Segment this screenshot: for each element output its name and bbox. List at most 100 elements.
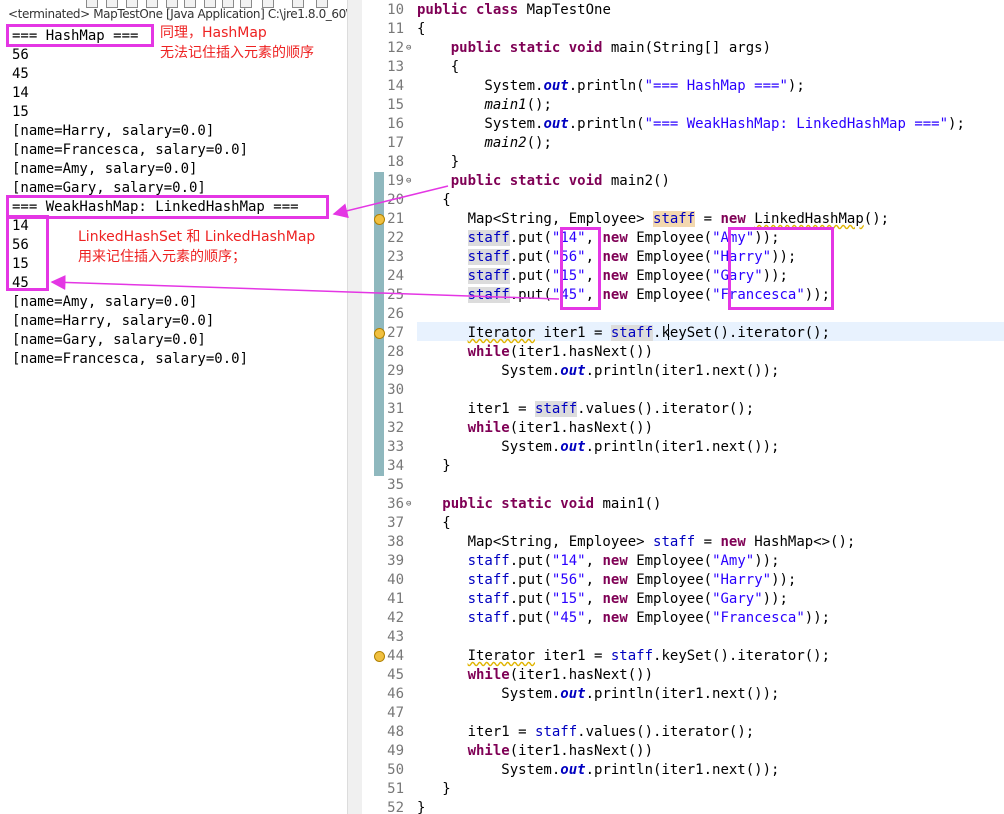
console-line: [name=Amy, salary=0.0] <box>12 161 198 177</box>
line-number: 36 <box>387 496 404 512</box>
line-number: 45 <box>387 667 404 683</box>
code-line: staff.put("45", new Employee("Francesca"… <box>467 610 831 626</box>
line-number: 33 <box>387 439 404 455</box>
console-view[interactable]: <terminated> MapTestOne [Java Applicatio… <box>0 0 362 814</box>
line-number: 32 <box>387 420 404 436</box>
line-number: 41 <box>387 591 404 607</box>
line-number: 17 <box>387 135 404 151</box>
code-line: { <box>417 192 451 208</box>
line-number: 51 <box>387 781 404 797</box>
console-line: [name=Francesca, salary=0.0] <box>12 142 249 158</box>
hashmap-note-line2: 无法记住插入元素的顺序 <box>160 45 314 61</box>
code-line: System.out.println("=== WeakHashMap: Lin… <box>417 116 965 132</box>
line-number: 23 <box>387 249 404 265</box>
line-number: 52 <box>387 800 404 814</box>
code-line: } <box>417 781 451 797</box>
java-editor[interactable]: 10 11 12 13 14 15 16 17 18 19 20 21 22 2… <box>362 0 1004 814</box>
code-line: Iterator iter1 = staff.keySet().iterator… <box>467 648 831 664</box>
linked-note-line2: 用来记住插入元素的顺序； <box>78 249 246 265</box>
code-line: public static void main1() <box>442 496 662 512</box>
code-line: main1(); <box>484 97 552 113</box>
console-line: [name=Harry, salary=0.0] <box>12 123 215 139</box>
line-number: 20 <box>387 192 404 208</box>
line-number: 25 <box>387 287 404 303</box>
code-line: while(iter1.hasNext()) <box>467 667 654 683</box>
code-line: } <box>417 154 460 170</box>
line-number: 19 <box>387 173 404 189</box>
line-number: 46 <box>387 686 404 702</box>
code-line: while(iter1.hasNext()) <box>467 344 654 360</box>
console-line: 56 <box>12 47 29 63</box>
console-line: 15 <box>12 104 29 120</box>
code-line: public class MapTestOne <box>417 2 611 18</box>
line-number: 18 <box>387 154 404 170</box>
code-line: { <box>417 59 460 75</box>
linkedhashmap-header-highlight <box>6 195 329 219</box>
line-number: 50 <box>387 762 404 778</box>
line-number: 40 <box>387 572 404 588</box>
code-line: staff.put("14", new Employee("Amy")); <box>467 553 780 569</box>
line-number: 42 <box>387 610 404 626</box>
line-number: 47 <box>387 705 404 721</box>
line-number: 10 <box>387 2 404 18</box>
code-line: } <box>417 800 426 814</box>
line-number: 22 <box>387 230 404 246</box>
code-line: main2(); <box>484 135 552 151</box>
line-number: 12 <box>387 40 404 56</box>
text-caret <box>668 324 669 340</box>
console-line: 45 <box>12 66 29 82</box>
code-line: iter1 = staff.values().iterator(); <box>417 401 755 417</box>
line-number: 35 <box>387 477 404 493</box>
console-line: [name=Amy, salary=0.0] <box>12 294 198 310</box>
line-number: 37 <box>387 515 404 531</box>
line-number: 48 <box>387 724 404 740</box>
put-values-highlight <box>728 227 834 310</box>
fold-toggle-icon[interactable]: ⊖ <box>406 176 411 186</box>
hashmap-header-highlight <box>6 24 154 47</box>
code-line: public static void main(String[] args) <box>450 40 772 56</box>
code-line: iter1 = staff.values().iterator(); <box>417 724 755 740</box>
code-line: Map<String, Employee> staff = new HashMa… <box>417 534 856 550</box>
line-number: 11 <box>387 21 404 37</box>
line-number: 30 <box>387 382 404 398</box>
code-line: while(iter1.hasNext()) <box>467 743 654 759</box>
code-line: while(iter1.hasNext()) <box>467 420 654 436</box>
console-line: [name=Harry, salary=0.0] <box>12 313 215 329</box>
linked-note-line1: LinkedHashSet 和 LinkedHashMap <box>78 229 316 245</box>
code-line: System.out.println(iter1.next()); <box>417 686 780 702</box>
line-number: 43 <box>387 629 404 645</box>
hashmap-note-line1: 同理，HashMap <box>160 25 267 41</box>
code-line: Iterator iter1 = staff.keySet().iterator… <box>467 325 831 341</box>
line-number: 29 <box>387 363 404 379</box>
line-number: 26 <box>387 306 404 322</box>
line-number: 28 <box>387 344 404 360</box>
code-line: } <box>417 458 451 474</box>
fold-toggle-icon[interactable]: ⊖ <box>406 499 411 509</box>
line-number: 34 <box>387 458 404 474</box>
warning-icon[interactable] <box>374 328 385 339</box>
console-line: [name=Gary, salary=0.0] <box>12 332 206 348</box>
fold-toggle-icon[interactable]: ⊖ <box>406 43 411 53</box>
code-line: public static void main2() <box>450 173 670 189</box>
line-number: 14 <box>387 78 404 94</box>
key-order-highlight <box>6 215 49 291</box>
code-line: System.out.println("=== HashMap ==="); <box>417 78 805 94</box>
warning-icon[interactable] <box>374 651 385 662</box>
code-line: { <box>417 21 426 37</box>
put-keys-highlight <box>560 227 601 310</box>
line-number: 13 <box>387 59 404 75</box>
code-line: { <box>417 515 451 531</box>
line-number: 15 <box>387 97 404 113</box>
line-number: 49 <box>387 743 404 759</box>
code-line: System.out.println(iter1.next()); <box>417 762 780 778</box>
line-number: 38 <box>387 534 404 550</box>
console-scrollbar[interactable] <box>347 0 362 814</box>
console-launch-header: <terminated> MapTestOne [Java Applicatio… <box>8 7 350 21</box>
warning-icon[interactable] <box>374 214 385 225</box>
line-number: 31 <box>387 401 404 417</box>
code-line: staff.put("56", new Employee("Harry")); <box>467 572 797 588</box>
code-line: System.out.println(iter1.next()); <box>417 439 780 455</box>
line-number: 39 <box>387 553 404 569</box>
console-line: [name=Francesca, salary=0.0] <box>12 351 249 367</box>
line-number: 24 <box>387 268 404 284</box>
